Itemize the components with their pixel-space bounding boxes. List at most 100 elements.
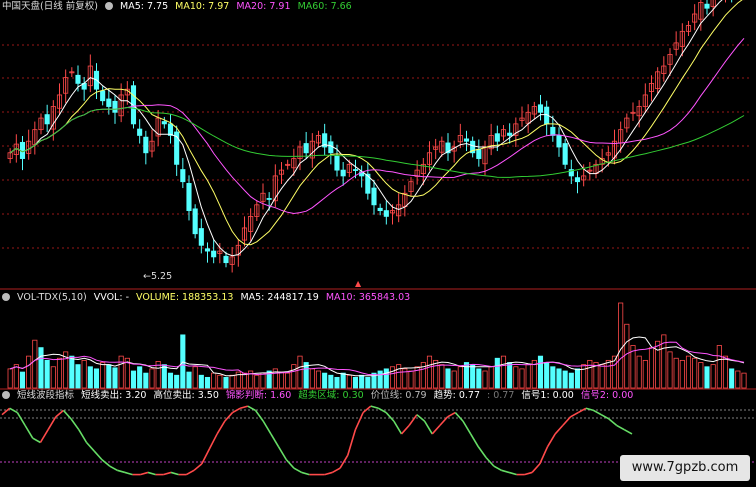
indicator-legend-item: 趋势: 0.77 [433, 390, 480, 401]
candle-body [137, 128, 143, 136]
volume-bar [445, 368, 451, 389]
volume-bar [7, 368, 13, 389]
volume-bar [297, 355, 303, 389]
indicator-segment [193, 463, 203, 471]
candle-body [383, 210, 389, 217]
candle-body [112, 100, 118, 113]
price-panel: ▲ [7, 0, 745, 288]
indicator-segment [416, 414, 426, 422]
indicator-legend-item: 信号1: 0.00 [521, 390, 574, 401]
indicator-segment [454, 412, 464, 422]
volume-bar [328, 374, 334, 389]
candle-body [223, 255, 229, 264]
price-title: 中国天盘(日线 前复权) [2, 1, 98, 12]
indicator-segment [254, 409, 264, 422]
indicator-segment [354, 412, 364, 430]
volume-bar [408, 370, 414, 389]
indicator-segment [554, 424, 564, 435]
indicator-segment [224, 412, 234, 422]
volume-bar [81, 359, 87, 389]
candle-body [180, 169, 186, 183]
volume-panel [7, 302, 747, 389]
candle-body [211, 250, 217, 258]
indicator-segment [216, 420, 226, 435]
volume-bar [254, 374, 260, 389]
indicator-segment [85, 441, 95, 452]
indicator-legend: 短线波段指标 短线卖出: 3.20 高位卖出: 3.50 锦影判断: 1.60 … [2, 390, 637, 402]
volume-bar [642, 359, 648, 389]
volume-bar [544, 362, 550, 389]
indicator-segment [331, 467, 341, 474]
volume-bar [167, 372, 174, 389]
volume-bar [315, 370, 322, 389]
volume-bar [636, 355, 642, 389]
ma20-label: MA20: 7.91 [236, 1, 291, 12]
gear-icon[interactable] [2, 293, 10, 301]
volume-bar [322, 372, 328, 389]
volume-bar [106, 364, 112, 389]
indicator-segment [531, 463, 541, 473]
volume-bar [32, 339, 38, 389]
gear-icon[interactable] [2, 391, 10, 399]
volume-bar [716, 345, 722, 389]
indicator-segment [447, 411, 456, 418]
indicator-segment [539, 446, 549, 465]
indicator-segment [469, 433, 480, 448]
candle-body [377, 207, 383, 212]
volume-bar [519, 368, 525, 389]
low-price-annotation: ←5.25 [143, 271, 173, 282]
indicator-legend-item: 价位线: 0.79 [370, 390, 427, 401]
indicator-segment [147, 471, 156, 476]
ma10-label: MA10: 7.97 [175, 1, 230, 12]
volume-bar [451, 370, 457, 389]
volume-bar [667, 351, 673, 389]
indicator-segment [593, 409, 602, 416]
candle-body [463, 138, 470, 142]
gear-icon[interactable] [104, 2, 113, 10]
volume-bar [334, 376, 340, 389]
candle-body [186, 183, 192, 212]
volume-bar [389, 366, 396, 389]
volume-bar [599, 364, 605, 389]
volume-bar [735, 370, 741, 389]
indicator-segment [93, 450, 103, 461]
indicator-legend-item: : 0.77 [487, 390, 515, 401]
volume-bar [710, 364, 716, 389]
indicator-segment [477, 446, 487, 458]
volume-bar [87, 366, 93, 389]
volume-bar [211, 372, 217, 389]
indicator-segment [408, 414, 418, 426]
indicator-segment [55, 409, 64, 418]
volume-bar [396, 364, 402, 389]
candle-body [44, 114, 50, 125]
volume-bar [729, 368, 735, 389]
volume-bar [679, 359, 685, 389]
volume-bar [624, 323, 630, 389]
volume-label: VOLUME: 188353.13 [136, 292, 234, 303]
indicator-segment [277, 446, 287, 461]
indicator-segment [585, 407, 594, 412]
candle-body [204, 248, 211, 252]
vvol-label: VVOL: - [93, 292, 129, 303]
indicator-segment [493, 465, 502, 472]
volume-bar [457, 366, 463, 389]
volume-bar [100, 362, 106, 389]
candle-body [562, 143, 568, 165]
indicator-segment [546, 433, 556, 448]
volume-bar [673, 357, 679, 389]
indicator-segment [117, 469, 126, 474]
volume-bar [285, 372, 291, 389]
volume-bar [704, 366, 710, 389]
volume-bar [93, 368, 100, 389]
volume-bar [655, 340, 661, 389]
candle-body [550, 126, 556, 136]
volume-bar [476, 368, 482, 389]
ma10-line [9, 0, 743, 246]
indicator-segment [270, 433, 280, 448]
volume-bar [309, 368, 315, 389]
indicator-segment [623, 428, 633, 435]
volume-bar [377, 370, 383, 389]
volume-bar [137, 366, 143, 389]
volume-bar [174, 374, 180, 389]
indicator-segment [39, 429, 49, 443]
